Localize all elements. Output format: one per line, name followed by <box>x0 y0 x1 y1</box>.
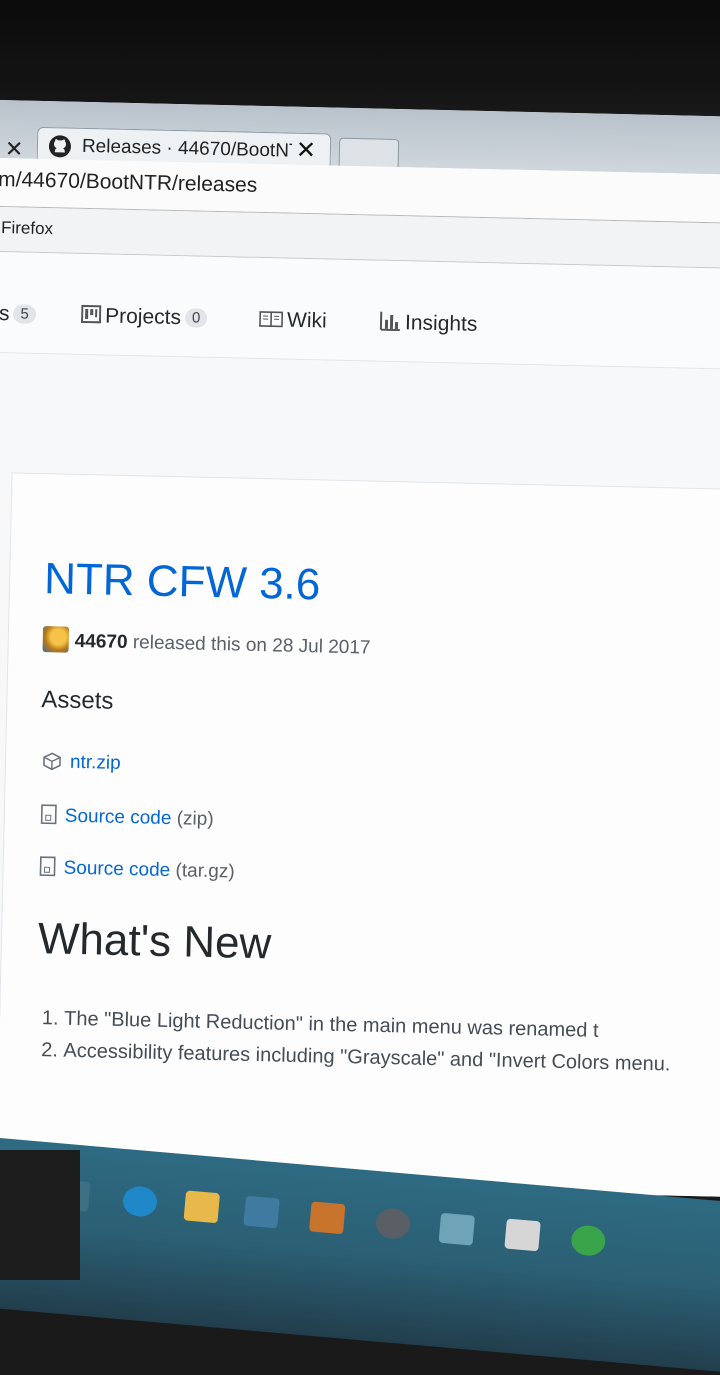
page-background <box>0 353 720 490</box>
author-link[interactable]: 44670 <box>74 631 127 653</box>
asset-name: Source code <box>65 806 172 829</box>
file-zip-icon <box>39 856 56 882</box>
store-icon[interactable] <box>243 1196 279 1229</box>
bookmark-firefox[interactable]: Firefox <box>1 218 53 239</box>
url-text: m/44670/BootNTR/releases <box>0 168 258 198</box>
edge-icon[interactable] <box>122 1185 158 1218</box>
browser-window: ✕ Releases · 44670/BootNT ✕ m/44670/Boot… <box>0 100 720 1197</box>
book-icon <box>259 310 284 335</box>
nav-label: Wiki <box>287 309 327 333</box>
hp-icon[interactable] <box>375 1207 411 1240</box>
chat-icon[interactable] <box>570 1224 606 1257</box>
app-icon-2[interactable] <box>504 1218 540 1251</box>
tab-insights[interactable]: Insights <box>379 311 478 339</box>
nav-label: ts <box>0 302 10 325</box>
tab-close-icon[interactable]: ✕ <box>296 136 317 165</box>
file-explorer-icon[interactable] <box>184 1190 220 1223</box>
whats-new-heading: What's New <box>37 914 271 969</box>
package-icon <box>42 752 63 776</box>
nav-label: Projects <box>105 304 181 329</box>
tab-wiki[interactable]: Wiki <box>259 308 327 336</box>
release-card: NTR CFW 3.6 44670 released this on 28 Ju… <box>0 472 720 1197</box>
nav-counter: 5 <box>13 304 36 324</box>
graph-icon <box>379 311 402 337</box>
asset-link-source-zip[interactable]: Source code (zip) <box>40 804 213 834</box>
project-icon <box>81 304 102 330</box>
tab-title: Releases · 44670/BootNT <box>82 136 292 163</box>
release-date: 28 Jul 2017 <box>272 635 371 658</box>
asset-suffix: (zip) <box>176 808 213 830</box>
release-notes: The "Blue Light Reduction" in the main m… <box>39 1002 720 1082</box>
repo-nav: ts5 Projects0 Wiki Insights <box>0 252 720 370</box>
asset-suffix: (tar.gz) <box>175 860 235 882</box>
nav-counter: 0 <box>185 308 208 328</box>
avatar[interactable] <box>42 626 69 653</box>
asset-link-source-targz[interactable]: Source code (tar.gz) <box>39 856 235 886</box>
screen-bezel-bottom <box>0 1150 80 1280</box>
nav-label: Insights <box>405 311 478 336</box>
file-zip-icon <box>40 804 57 830</box>
release-title[interactable]: NTR CFW 3.6 <box>44 554 321 610</box>
asset-name: ntr.zip <box>70 752 121 774</box>
asset-link-ntr-zip[interactable]: ntr.zip <box>42 751 121 778</box>
tab-projects[interactable]: Projects0 <box>81 304 208 333</box>
released-text: released this on <box>133 632 268 656</box>
app-icon[interactable] <box>309 1201 345 1234</box>
assets-heading: Assets <box>41 686 114 716</box>
mail-icon[interactable] <box>439 1213 475 1246</box>
tab-pull-requests[interactable]: ts5 <box>0 302 36 327</box>
release-meta: 44670 released this on 28 Jul 2017 <box>42 626 370 659</box>
asset-name: Source code <box>63 858 170 881</box>
